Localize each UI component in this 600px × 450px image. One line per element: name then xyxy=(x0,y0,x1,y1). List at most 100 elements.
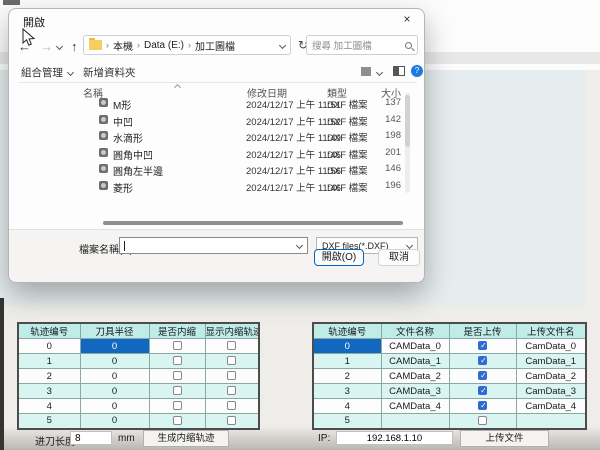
breadcrumb-item[interactable]: Data (E:) xyxy=(144,40,184,51)
file-row[interactable]: 水滴形2024/12/17 上午 11:49DXF 檔案198 xyxy=(93,128,403,144)
vertical-scrollbar-thumb[interactable] xyxy=(405,95,410,147)
filename-input[interactable] xyxy=(119,237,308,254)
organize-menu[interactable]: 組合管理 xyxy=(21,65,63,80)
table-cell[interactable] xyxy=(205,414,259,429)
table-cell[interactable] xyxy=(149,354,205,369)
table-cell[interactable]: CamData_3 xyxy=(516,384,586,399)
table-cell[interactable]: 1 xyxy=(18,354,80,369)
feed-length-input[interactable] xyxy=(70,431,112,445)
table-cell[interactable] xyxy=(449,414,516,429)
table-cell[interactable]: 0 xyxy=(313,339,381,354)
table-cell[interactable] xyxy=(449,399,516,414)
table-cell[interactable] xyxy=(149,369,205,384)
checkbox-unchecked-icon[interactable] xyxy=(227,356,236,365)
view-mode-chevron-icon[interactable] xyxy=(376,69,383,76)
table-cell[interactable]: 4 xyxy=(18,399,80,414)
table-cell[interactable]: 3 xyxy=(313,384,381,399)
breadcrumb-chevron-icon[interactable] xyxy=(279,41,286,48)
table-cell[interactable] xyxy=(205,339,259,354)
file-row[interactable]: 圓角中凹2024/12/17 上午 11:45DXF 檔案201 xyxy=(93,145,403,161)
breadcrumb-item[interactable]: 本機 xyxy=(113,38,133,53)
view-mode-icon[interactable] xyxy=(361,67,371,76)
table-cell[interactable] xyxy=(205,354,259,369)
checkbox-checked-icon[interactable] xyxy=(478,356,487,365)
vertical-scrollbar[interactable] xyxy=(405,93,410,193)
table-cell[interactable]: 0 xyxy=(80,369,149,384)
checkbox-checked-icon[interactable] xyxy=(478,386,487,395)
table-cell[interactable]: CamData_0 xyxy=(516,339,586,354)
table-cell[interactable] xyxy=(149,399,205,414)
table-cell[interactable]: 4 xyxy=(313,399,381,414)
table-cell[interactable]: 0 xyxy=(18,339,80,354)
forward-icon[interactable]: → xyxy=(40,39,53,54)
filename-chevron-icon[interactable] xyxy=(296,242,303,249)
checkbox-checked-icon[interactable] xyxy=(478,371,487,380)
generate-trajectory-button[interactable]: 生成内缩轨迹 xyxy=(143,430,229,447)
table-cell[interactable]: 0 xyxy=(80,339,149,354)
checkbox-checked-icon[interactable] xyxy=(478,401,487,410)
ip-input[interactable] xyxy=(336,431,453,445)
search-input[interactable]: 搜尋 加工圖檔 xyxy=(306,35,418,55)
table-cell[interactable]: CamData_4 xyxy=(516,399,586,414)
checkbox-unchecked-icon[interactable] xyxy=(173,341,182,350)
breadcrumb-item[interactable]: 加工圖檔 xyxy=(195,38,235,53)
checkbox-unchecked-icon[interactable] xyxy=(478,416,487,425)
table-cell[interactable]: CAMData_0 xyxy=(381,339,449,354)
checkbox-checked-icon[interactable] xyxy=(478,341,487,350)
table-cell[interactable] xyxy=(149,414,205,429)
table-cell[interactable]: CamData_1 xyxy=(516,354,586,369)
checkbox-unchecked-icon[interactable] xyxy=(173,386,182,395)
table-cell[interactable]: 0 xyxy=(80,399,149,414)
horizontal-scrollbar[interactable] xyxy=(103,221,403,225)
table-cell[interactable] xyxy=(516,414,586,429)
table-cell[interactable]: 2 xyxy=(313,369,381,384)
table-cell[interactable]: 5 xyxy=(18,414,80,429)
table-cell[interactable] xyxy=(449,354,516,369)
up-icon[interactable]: ↑ xyxy=(71,39,78,54)
preview-pane-icon[interactable] xyxy=(393,66,405,76)
file-row[interactable]: M形2024/12/17 上午 11:51DXF 檔案137 xyxy=(93,95,403,111)
table-cell[interactable]: 0 xyxy=(80,354,149,369)
table-cell[interactable] xyxy=(449,384,516,399)
checkbox-unchecked-icon[interactable] xyxy=(227,371,236,380)
table-cell[interactable]: CAMData_2 xyxy=(381,369,449,384)
table-cell[interactable]: 5 xyxy=(313,414,381,429)
cancel-button[interactable]: 取消 xyxy=(378,249,420,266)
checkbox-unchecked-icon[interactable] xyxy=(173,401,182,410)
table-cell[interactable]: CAMData_4 xyxy=(381,399,449,414)
checkbox-unchecked-icon[interactable] xyxy=(173,416,182,425)
table-row: 5 xyxy=(313,414,586,429)
checkbox-unchecked-icon[interactable] xyxy=(173,371,182,380)
file-row[interactable]: 中凹2024/12/17 上午 11:52DXF 檔案142 xyxy=(93,112,403,128)
help-icon[interactable]: ? xyxy=(411,65,423,77)
checkbox-unchecked-icon[interactable] xyxy=(227,416,236,425)
table-cell[interactable]: 3 xyxy=(18,384,80,399)
checkbox-unchecked-icon[interactable] xyxy=(227,341,236,350)
upload-files-button[interactable]: 上传文件 xyxy=(460,430,549,447)
table-cell[interactable] xyxy=(149,384,205,399)
table-cell[interactable]: 2 xyxy=(18,369,80,384)
table-cell[interactable] xyxy=(205,399,259,414)
table-cell[interactable]: 0 xyxy=(80,414,149,429)
open-button[interactable]: 開啟(O) xyxy=(314,249,364,266)
table-cell[interactable]: CAMData_3 xyxy=(381,384,449,399)
table-cell[interactable]: CAMData_1 xyxy=(381,354,449,369)
table-cell[interactable] xyxy=(381,414,449,429)
table-cell[interactable]: 1 xyxy=(313,354,381,369)
table-cell[interactable] xyxy=(449,339,516,354)
checkbox-unchecked-icon[interactable] xyxy=(227,386,236,395)
file-row[interactable]: 菱形2024/12/17 上午 11:46DXF 檔案196 xyxy=(93,178,403,194)
table-cell[interactable] xyxy=(449,369,516,384)
checkbox-unchecked-icon[interactable] xyxy=(227,401,236,410)
new-folder-button[interactable]: 新增資料夾 xyxy=(83,65,136,80)
checkbox-unchecked-icon[interactable] xyxy=(173,356,182,365)
table-cell[interactable] xyxy=(149,339,205,354)
recent-locations-chevron-icon[interactable] xyxy=(56,43,63,50)
close-icon[interactable]: × xyxy=(399,12,415,26)
table-cell[interactable]: 0 xyxy=(80,384,149,399)
breadcrumb[interactable]: ›本機›Data (E:)›加工圖檔 xyxy=(83,35,291,55)
table-cell[interactable]: CamData_2 xyxy=(516,369,586,384)
table-cell[interactable] xyxy=(205,369,259,384)
table-cell[interactable] xyxy=(205,384,259,399)
file-row[interactable]: 圓角左半邊2024/12/17 上午 11:56DXF 檔案146 xyxy=(93,161,403,177)
